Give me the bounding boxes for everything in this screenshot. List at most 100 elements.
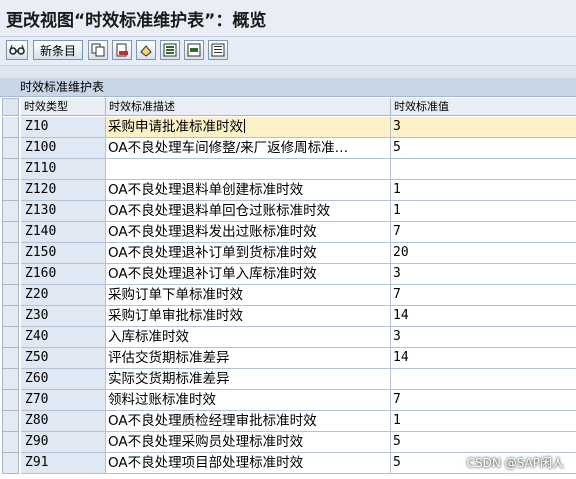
cell-description-text: OA不良处理退补订单到货标准时效 [108, 245, 317, 261]
table-row[interactable]: Z60 实际交货期标准差异 [0, 369, 576, 390]
column-header-value[interactable]: 时效标准值 [391, 98, 576, 116]
table-row[interactable]: Z100 OA不良处理车间修整/来厂返修周标准… 5 [0, 138, 576, 159]
cell-description[interactable]: 采购订单审批标准时效 [106, 306, 391, 327]
cell-type: Z140 [21, 222, 106, 243]
row-selector[interactable] [2, 201, 19, 222]
cell-value[interactable]: 3 [391, 327, 576, 348]
cell-value[interactable]: 1 [391, 180, 576, 201]
cell-description[interactable]: 评估交货期标准差异 [106, 348, 391, 369]
table-row[interactable]: Z30 采购订单审批标准时效 14 [0, 306, 576, 327]
new-entries-label: 新条目 [39, 43, 76, 58]
row-selector[interactable] [2, 264, 19, 285]
table-row[interactable]: Z110 [0, 159, 576, 180]
table-row[interactable]: Z130 OA不良处理退料单回仓过账标准时效 1 [0, 201, 576, 222]
cell-description[interactable]: OA不良处理退补订单到货标准时效 [106, 243, 391, 264]
new-entries-button[interactable]: 新条目 [33, 40, 83, 60]
row-selector[interactable] [2, 411, 19, 432]
cell-value[interactable] [391, 369, 576, 390]
cell-description-text: 评估交货期标准差异 [108, 350, 230, 366]
cell-description[interactable]: OA不良处理退补订单入库标准时效 [106, 264, 391, 285]
cell-description-text: 入库标准时效 [108, 329, 189, 345]
cell-value[interactable]: 7 [391, 390, 576, 411]
cell-type: Z150 [21, 243, 106, 264]
row-selector[interactable] [2, 327, 19, 348]
cell-type: Z20 [21, 285, 106, 306]
cell-description-text: 采购订单下单标准时效 [108, 287, 243, 303]
table-row[interactable]: Z80 OA不良处理质检经理审批标准时效 1 [0, 411, 576, 432]
cell-description[interactable]: 入库标准时效 [106, 327, 391, 348]
cell-value[interactable]: 14 [391, 306, 576, 327]
table-row[interactable]: Z150 OA不良处理退补订单到货标准时效 20 [0, 243, 576, 264]
cell-description-text: OA不良处理车间修整/来厂返修周标准… [108, 140, 349, 156]
cell-type: Z160 [21, 264, 106, 285]
cell-description[interactable]: OA不良处理采购员处理标准时效 [106, 432, 391, 453]
column-header-type[interactable]: 时效类型 [21, 98, 106, 116]
cell-value[interactable]: 7 [391, 222, 576, 243]
deselect-all-icon[interactable] [208, 40, 228, 60]
text-cursor [244, 119, 245, 133]
cell-value[interactable]: 3 [391, 117, 576, 138]
row-selector[interactable] [2, 348, 19, 369]
select-all-rows-button[interactable] [2, 98, 19, 116]
row-selector[interactable] [2, 285, 19, 306]
cell-value[interactable]: 14 [391, 348, 576, 369]
row-selector[interactable] [2, 390, 19, 411]
cell-value[interactable]: 5 [391, 432, 576, 453]
cell-description-text: 实际交货期标准差异 [108, 371, 230, 387]
table-row[interactable]: Z120 OA不良处理退料单创建标准时效 1 [0, 180, 576, 201]
table-row[interactable]: Z40 入库标准时效 3 [0, 327, 576, 348]
row-selector[interactable] [2, 117, 19, 138]
cell-value[interactable] [391, 159, 576, 180]
cell-description-text: OA不良处理退料发出过账标准时效 [108, 224, 317, 240]
cell-description[interactable]: 实际交货期标准差异 [106, 369, 391, 390]
table-row[interactable]: Z50 评估交货期标准差异 14 [0, 348, 576, 369]
cell-type: Z130 [21, 201, 106, 222]
cell-value[interactable]: 3 [391, 264, 576, 285]
cell-description-text: OA不良处理退料单回仓过账标准时效 [108, 203, 331, 219]
cell-description[interactable]: OA不良处理车间修整/来厂返修周标准… [106, 138, 391, 159]
select-all-icon[interactable] [160, 40, 180, 60]
cell-value[interactable]: 7 [391, 285, 576, 306]
table-row[interactable]: Z140 OA不良处理退料发出过账标准时效 7 [0, 222, 576, 243]
cell-description[interactable]: OA不良处理退料单创建标准时效 [106, 180, 391, 201]
cell-description[interactable]: 领料过账标准时效 [106, 390, 391, 411]
cell-description[interactable]: OA不良处理退料发出过账标准时效 [106, 222, 391, 243]
row-selector[interactable] [2, 222, 19, 243]
cell-value[interactable]: 1 [391, 201, 576, 222]
cell-type: Z50 [21, 348, 106, 369]
cell-type: Z70 [21, 390, 106, 411]
glasses-icon[interactable] [6, 40, 28, 60]
cell-description[interactable]: OA不良处理退料单回仓过账标准时效 [106, 201, 391, 222]
cell-type: Z100 [21, 138, 106, 159]
table-row[interactable]: Z160 OA不良处理退补订单入库标准时效 3 [0, 264, 576, 285]
cell-type: Z110 [21, 159, 106, 180]
copy-icon[interactable] [88, 40, 108, 60]
table-row[interactable]: Z20 采购订单下单标准时效 7 [0, 285, 576, 306]
row-selector[interactable] [2, 159, 19, 180]
cell-description[interactable] [106, 159, 391, 180]
column-header-description[interactable]: 时效标准描述 [106, 98, 391, 116]
row-selector[interactable] [2, 432, 19, 453]
cell-value[interactable]: 5 [391, 138, 576, 159]
select-block-icon[interactable] [184, 40, 204, 60]
table-row[interactable]: Z70 领料过账标准时效 7 [0, 390, 576, 411]
cell-value[interactable]: 1 [391, 411, 576, 432]
row-selector[interactable] [2, 453, 19, 474]
cell-type: Z90 [21, 432, 106, 453]
table-row[interactable]: Z10 采购申请批准标准时效 3 [0, 117, 576, 138]
cell-description[interactable]: OA不良处理项目部处理标准时效 [106, 453, 391, 474]
undo-icon[interactable] [136, 40, 156, 60]
row-selector[interactable] [2, 138, 19, 159]
delete-icon[interactable] [112, 40, 132, 60]
cell-description[interactable]: OA不良处理质检经理审批标准时效 [106, 411, 391, 432]
cell-description[interactable]: 采购订单下单标准时效 [106, 285, 391, 306]
row-selector[interactable] [2, 369, 19, 390]
cell-description[interactable]: 采购申请批准标准时效 [106, 117, 391, 138]
row-selector[interactable] [2, 243, 19, 264]
cell-value[interactable]: 20 [391, 243, 576, 264]
cell-type: Z120 [21, 180, 106, 201]
row-selector[interactable] [2, 306, 19, 327]
table-row[interactable]: Z90 OA不良处理采购员处理标准时效 5 [0, 432, 576, 453]
row-selector[interactable] [2, 180, 19, 201]
cell-description-text: OA不良处理质检经理审批标准时效 [108, 413, 317, 429]
